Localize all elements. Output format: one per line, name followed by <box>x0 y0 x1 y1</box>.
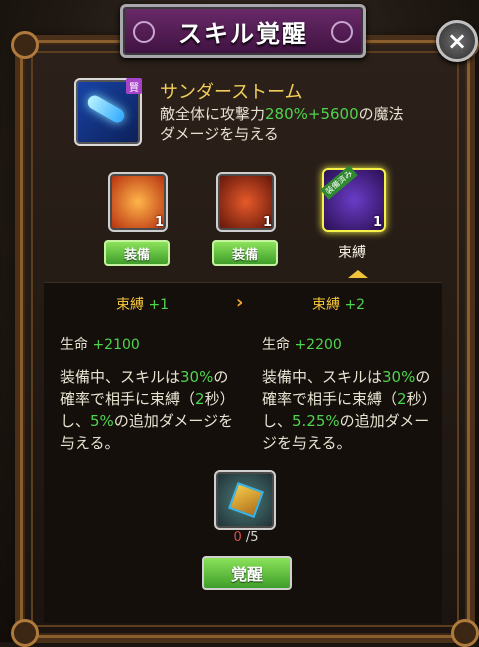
awaken-button[interactable]: 覚醒 <box>202 556 292 590</box>
thunder-storm-skill-icon: 賢 <box>74 78 142 146</box>
equipment-slot-armor[interactable]: 1 <box>216 172 276 232</box>
current-effect-text: 装備中、スキルは30%の確率で相手に束縛（2秒）し、5%の追加ダメージを与える。 <box>60 368 235 452</box>
chevron-right-icon: › <box>236 292 244 313</box>
skill-description: 敵全体に攻撃力280%+5600の魔法ダメージを与える <box>160 105 404 143</box>
equipment-label-rune: 束縛 <box>338 245 366 261</box>
equipment-slot-rune[interactable]: 装備済み 1 <box>320 165 386 232</box>
current-level-header: 束縛 +1 <box>116 297 170 313</box>
skill-type-badge: 賢 <box>126 78 142 94</box>
banner-ornament-icon <box>133 21 155 43</box>
title-banner: スキル覚醒 <box>120 4 366 58</box>
equipped-tag: 装備済み <box>320 165 358 200</box>
equipment-level: 1 <box>262 215 272 230</box>
equipment-level: 1 <box>154 215 164 230</box>
close-icon: × <box>446 27 468 55</box>
awaken-material-slot[interactable] <box>214 470 276 530</box>
next-hp-stat: 生命 +2200 <box>262 337 342 353</box>
skill-name: サンダーストーム <box>160 82 303 103</box>
current-hp-stat: 生命 +2100 <box>60 337 140 353</box>
frame-corner-ornament <box>11 31 39 59</box>
close-button[interactable]: × <box>436 20 478 62</box>
frame-corner-ornament <box>11 619 39 647</box>
banner-ornament-icon <box>331 21 353 43</box>
frame-corner-ornament <box>451 619 479 647</box>
next-level-header: 束縛 +2 <box>312 297 366 313</box>
equipment-level: 1 <box>372 215 382 230</box>
material-counter: 0 /5 <box>233 530 259 545</box>
next-effect-text: 装備中、スキルは30%の確率で相手に束縛（2秒）し、5.25%の追加ダメージを与… <box>262 368 437 452</box>
awaken-crystal-icon <box>228 482 264 518</box>
selected-indicator-icon <box>348 270 368 278</box>
dialog-title: スキル覚醒 <box>178 19 308 48</box>
equip-button-armor[interactable]: 装備 <box>212 240 278 266</box>
lightning-beam-icon <box>85 92 127 126</box>
equipment-slot-shield[interactable]: 1 <box>108 172 168 232</box>
equip-button-shield[interactable]: 装備 <box>104 240 170 266</box>
